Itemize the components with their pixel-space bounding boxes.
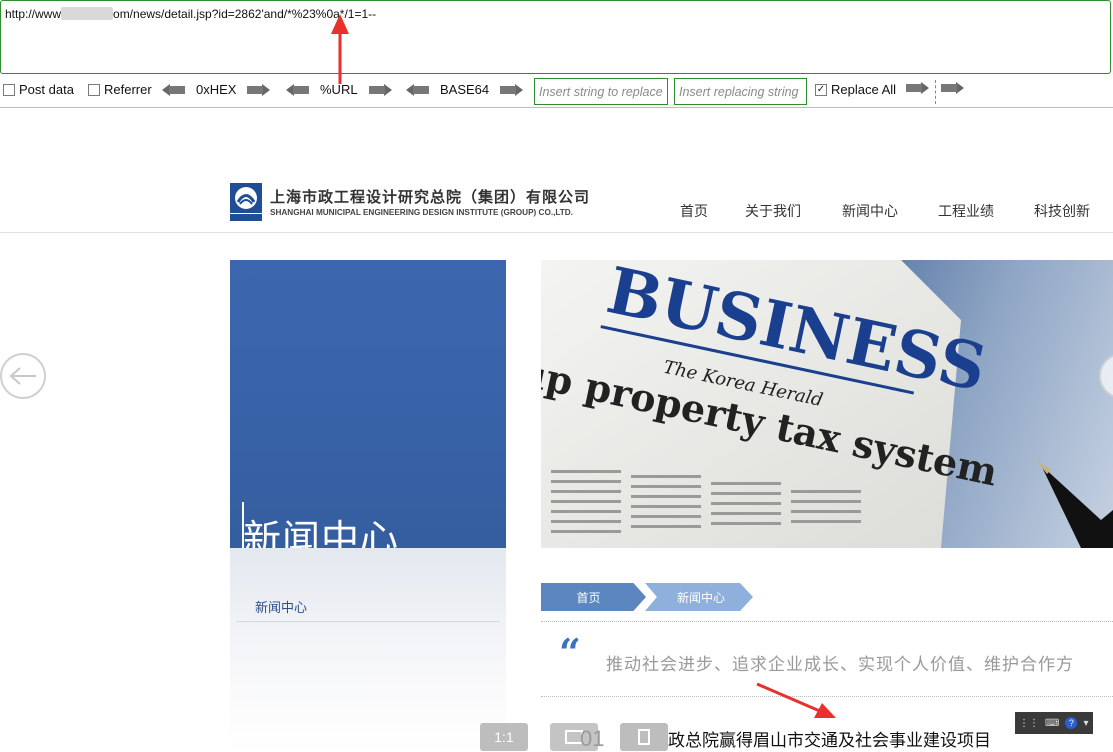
nav-about[interactable]: 关于我们 — [745, 201, 801, 221]
actual-size-button[interactable]: 1:1 — [480, 723, 528, 751]
dotted-divider-top — [541, 621, 1113, 622]
grip-icon[interactable]: ⋮⋮ — [1019, 718, 1039, 729]
ime-toolbar: ⋮⋮ ⌨ ? ▾ — [1015, 712, 1093, 734]
fountain-pen-icon — [1036, 460, 1113, 548]
replace-go-group — [905, 82, 929, 94]
post-data-toggle[interactable]: Post data — [3, 82, 74, 97]
referrer-checkbox[interactable] — [88, 83, 100, 96]
replace-all-checkbox[interactable]: ✓ — [815, 83, 827, 96]
smedi-logo-icon — [230, 183, 262, 221]
newspaper-banner-image: BUSINESS The Korea Herald up property ta… — [541, 260, 1113, 548]
side-menu-background — [230, 548, 506, 751]
section-banner-panel — [230, 260, 506, 548]
url-encode-label: %URL — [320, 82, 358, 97]
side-menu-divider — [236, 621, 500, 622]
header-divider — [0, 232, 1113, 233]
replace-find-input[interactable]: Insert string to replace — [534, 78, 668, 105]
hex-label: 0xHEX — [196, 82, 237, 97]
url-suffix: om/news/detail.jsp?id=2862'and/*%23%0a*/… — [113, 7, 377, 21]
base64-group: BASE64 — [406, 82, 524, 97]
replace-all-label: Replace All — [831, 82, 897, 97]
hex-encode-arrow-icon[interactable] — [246, 83, 271, 96]
company-name-cn: 上海市政工程设计研究总院（集团）有限公司 — [270, 188, 591, 206]
referrer-toggle[interactable]: Referrer — [88, 82, 152, 97]
base64-encode-arrow-icon[interactable] — [499, 83, 524, 96]
dropdown-chevron-icon[interactable]: ▾ — [1083, 718, 1088, 729]
breadcrumb-news[interactable]: 新闻中心 — [645, 583, 753, 611]
quote-icon: “ — [559, 630, 581, 675]
redacted-domain — [61, 7, 114, 20]
hackbar-toolbar: Post data Referrer 0xHEX %URL BASE64 Ins… — [0, 76, 1113, 108]
url-encode-group: %URL — [286, 82, 392, 97]
post-data-label: Post data — [19, 82, 74, 97]
toolbar-separator — [935, 80, 936, 104]
nav-home[interactable]: 首页 — [680, 201, 708, 221]
newspaper-illustration: BUSINESS The Korea Herald up property ta… — [541, 260, 1113, 548]
company-name-en: SHANGHAI MUNICIPAL ENGINEERING DESIGN IN… — [270, 208, 573, 217]
hex-decode-arrow-icon[interactable] — [162, 83, 186, 96]
slider-prev-arrow-icon[interactable] — [0, 353, 46, 399]
replace-all-toggle[interactable]: ✓ Replace All — [815, 82, 896, 97]
rotate-icon — [638, 729, 650, 745]
company-slogan: 推动社会进步、追求企业成长、实现个人价值、维护合作方 — [606, 655, 1074, 675]
replace-go-arrow-icon[interactable] — [905, 82, 929, 94]
extra-arrow-icon[interactable] — [940, 82, 964, 94]
nav-news[interactable]: 新闻中心 — [842, 201, 898, 221]
url-encode-arrow-icon[interactable] — [368, 83, 392, 96]
keyboard-icon[interactable]: ⌨ — [1045, 718, 1059, 729]
hackbar-url-field[interactable]: http://www om/news/detail.jsp?id=2862'and… — [0, 0, 1111, 74]
base64-decode-arrow-icon[interactable] — [406, 83, 430, 96]
side-menu-item-news[interactable]: 新闻中心 — [255, 597, 307, 616]
referrer-label: Referrer — [104, 82, 152, 97]
rotate-button[interactable] — [620, 723, 668, 751]
hackbar-url-text: http://www om/news/detail.jsp?id=2862'and… — [5, 7, 376, 21]
replace-with-input[interactable]: Insert replacing string — [674, 78, 807, 105]
nav-projects[interactable]: 工程业绩 — [938, 201, 994, 221]
base64-label: BASE64 — [440, 82, 490, 97]
annotation-arrow-down-icon — [756, 682, 836, 718]
dotted-divider-bottom — [541, 696, 1113, 697]
breadcrumb-home[interactable]: 首页 — [541, 583, 646, 611]
post-data-checkbox[interactable] — [3, 83, 15, 96]
hackbar-bottom-border — [0, 107, 1113, 108]
extra-arrow-group — [940, 82, 964, 94]
url-prefix: http://www — [5, 7, 62, 21]
url-decode-arrow-icon[interactable] — [286, 83, 310, 96]
nav-technology[interactable]: 科技创新 — [1034, 201, 1090, 221]
hex-group: 0xHEX — [162, 82, 271, 97]
page-indicator: 01 — [580, 726, 605, 751]
help-icon[interactable]: ? — [1065, 717, 1078, 729]
news-article-title: 市政总院赢得眉山市交通及社会事业建设项目 — [651, 731, 991, 751]
